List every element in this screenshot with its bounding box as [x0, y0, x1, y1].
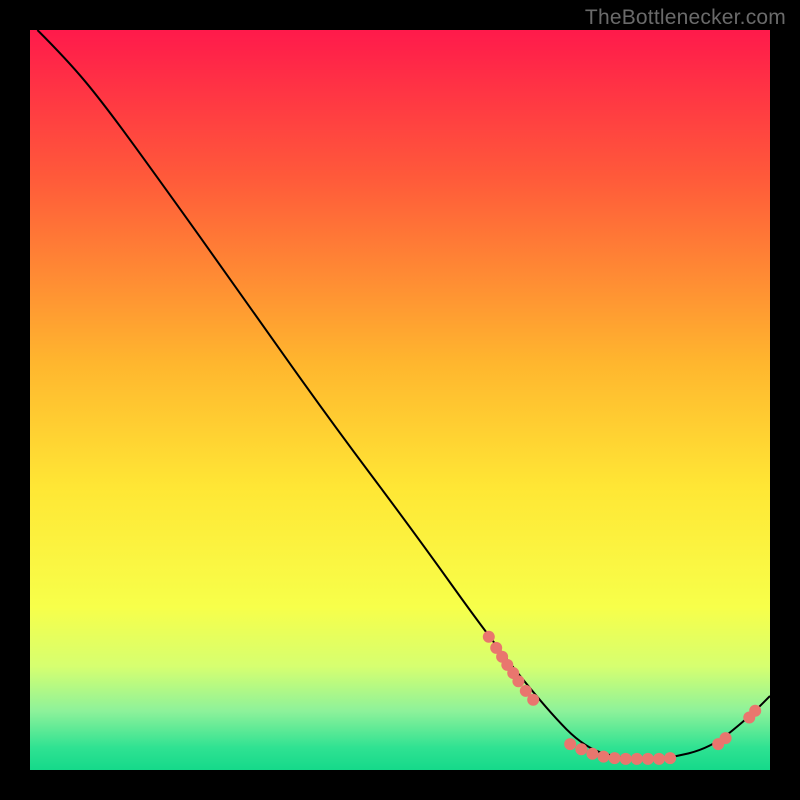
- chart-frame: TheBottlenecker.com: [0, 0, 800, 800]
- plot-area: [30, 30, 770, 770]
- data-point: [483, 631, 495, 643]
- data-point: [564, 738, 576, 750]
- data-point: [653, 753, 665, 765]
- data-point: [598, 751, 610, 763]
- data-point: [527, 694, 539, 706]
- data-point: [749, 705, 761, 717]
- chart-svg: [30, 30, 770, 770]
- gradient-background: [30, 30, 770, 770]
- data-point: [642, 753, 654, 765]
- data-point: [664, 752, 676, 764]
- data-point: [586, 748, 598, 760]
- data-point: [631, 753, 643, 765]
- data-point: [609, 752, 621, 764]
- data-point: [575, 743, 587, 755]
- data-point: [512, 675, 524, 687]
- data-point: [620, 753, 632, 765]
- watermark-label: TheBottlenecker.com: [585, 6, 786, 30]
- data-point: [720, 732, 732, 744]
